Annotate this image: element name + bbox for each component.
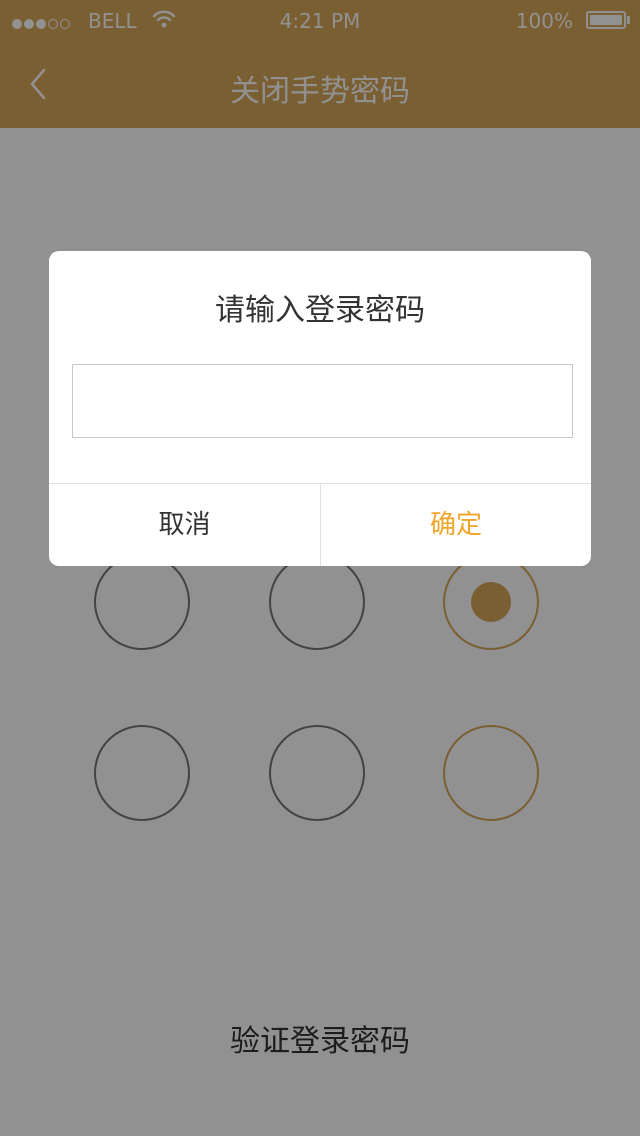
password-dialog: 请输入登录密码 取消 确定 <box>49 251 591 566</box>
cancel-button[interactable]: 取消 <box>49 484 321 566</box>
dialog-title: 请输入登录密码 <box>215 293 425 328</box>
dialog-button-bar: 取消 确定 <box>49 483 591 566</box>
password-input-box[interactable] <box>72 364 573 438</box>
modal-overlay[interactable] <box>0 0 640 1136</box>
app-screen: BELL 4:21 PM 100% 关闭手势密码 验证登录密码 请输入登录密码 … <box>0 0 640 1136</box>
password-input[interactable] <box>73 365 572 437</box>
confirm-button[interactable]: 确定 <box>321 484 591 566</box>
